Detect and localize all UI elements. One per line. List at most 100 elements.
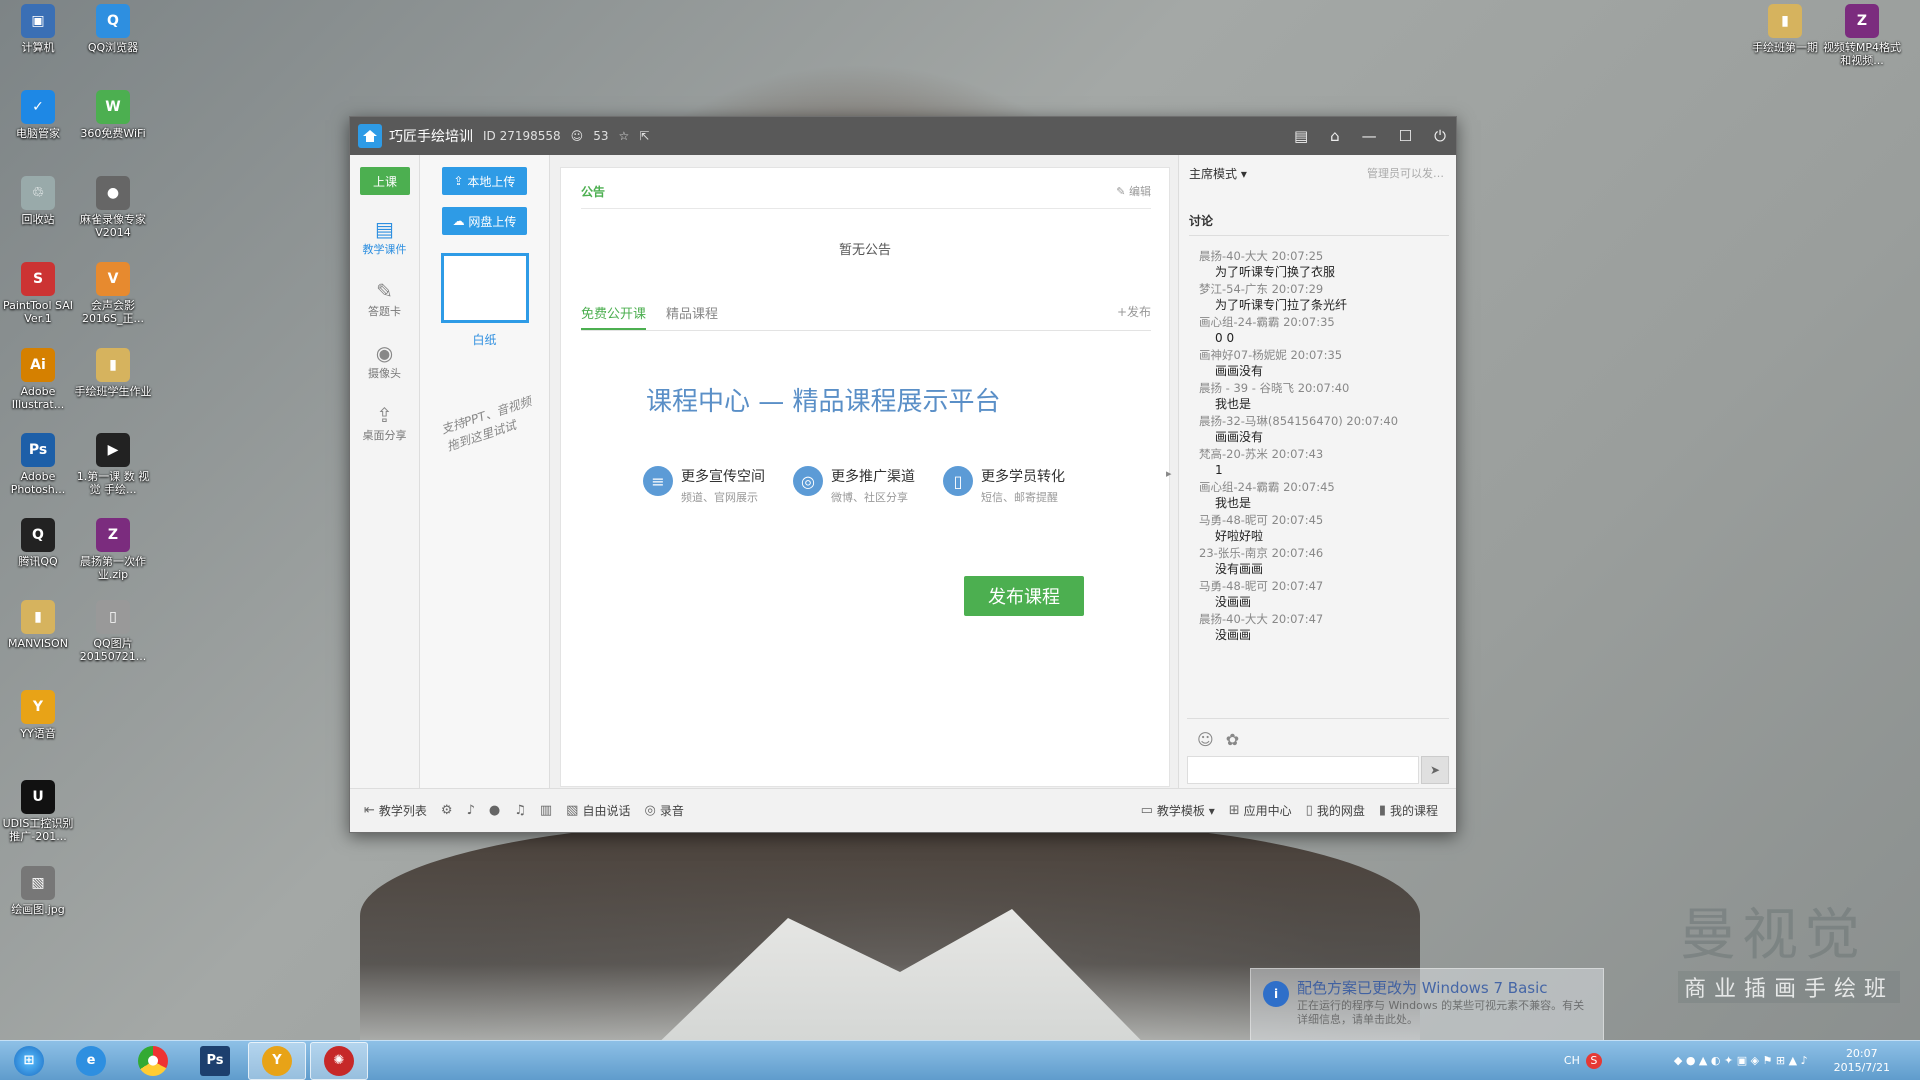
- blank-whiteboard-thumb[interactable]: [440, 253, 529, 323]
- send-icon: ➤: [1429, 763, 1441, 777]
- mic-button[interactable]: ●: [489, 803, 500, 818]
- desktop-icon[interactable]: ▣ 计算机: [0, 4, 78, 54]
- publish-link[interactable]: +发布: [1117, 303, 1151, 320]
- taskbar-yy[interactable]: Y: [248, 1041, 306, 1080]
- template-button[interactable]: ▭ 教学模板 ▾: [1141, 802, 1215, 819]
- notice-title: 公告: [581, 185, 606, 199]
- cloud-upload-button[interactable]: ☁ 网盘上传: [442, 207, 527, 235]
- mode-select[interactable]: 主席模式 ▾: [1189, 165, 1247, 182]
- chat-sender: 画心组-24-霸霸 20:07:35: [1199, 315, 1335, 329]
- taskbar-class[interactable]: ✺: [310, 1041, 368, 1080]
- app-icon: ▧: [21, 866, 55, 900]
- app-icon: Y: [21, 690, 55, 724]
- nav-camera[interactable]: ◉ 摄像头: [350, 341, 419, 381]
- chat-sender: 晨扬 - 39 - 谷晓飞 20:07:40: [1199, 381, 1350, 395]
- tray-icons[interactable]: ◆ ● ▲ ◐ ✦ ▣ ◈ ⚑ ⊞ ▲ ♪: [1674, 1054, 1808, 1067]
- send-button[interactable]: ➤: [1421, 756, 1449, 784]
- window-titlebar[interactable]: 巧匠手绘培训 ID 27198558 ☺ 53 ☆ ⇱ ▤ ⌂ — ☐ ⏻: [350, 117, 1456, 155]
- volume-button[interactable]: ▥: [540, 803, 552, 818]
- desktop-icon[interactable]: ♲ 回收站: [0, 176, 78, 226]
- desktop-icon[interactable]: ▧ 绘画图.jpg: [0, 866, 78, 916]
- notification-balloon[interactable]: i 配色方案已更改为 Windows 7 Basic 正在运行的程序与 Wind…: [1250, 968, 1604, 1042]
- sogou-icon[interactable]: S: [1585, 1052, 1602, 1069]
- desktop-icon-label: Adobe Photosh...: [10, 470, 66, 496]
- app-center-button[interactable]: ⊞ 应用中心: [1229, 802, 1292, 819]
- taskbar: ⊞ e ● Ps Y ✺ CH S ◆ ● ▲ ◐ ✦ ▣ ◈ ⚑ ⊞ ▲ ♪ …: [0, 1040, 1920, 1080]
- chat-text: 我也是: [1215, 397, 1252, 411]
- desktop-icon[interactable]: W 360免费WiFi: [73, 90, 153, 140]
- message-list[interactable]: 晨扬-40-大大 20:07:25 为了听课专门换了衣服 梦江-54-广东 20:0…: [1199, 248, 1456, 703]
- desktop-icon-label: MANVISON: [8, 637, 68, 650]
- taskbar-photoshop[interactable]: Ps: [186, 1042, 244, 1080]
- app-icon: W: [96, 90, 130, 124]
- minimize-button[interactable]: —: [1362, 127, 1377, 145]
- tab-premium-course[interactable]: 精品课程: [666, 303, 718, 330]
- home-icon[interactable]: [358, 124, 382, 148]
- chat-text: 为了听课专门拉了条光纤: [1215, 298, 1348, 312]
- user-icon: ☺: [570, 129, 584, 143]
- teaching-list-button[interactable]: ⇤ 教学列表: [364, 802, 427, 819]
- discussion-panel: 主席模式 ▾ 管理员可以发… 讨论 晨扬-40-大大 20:07:25 为了听课专…: [1178, 155, 1456, 788]
- free-talk-button[interactable]: ▧ 自由说话: [566, 802, 630, 819]
- desktop-icon[interactable]: Z 晨扬第一次作业.zip: [73, 518, 153, 581]
- skin-icon[interactable]: ⌂: [1330, 127, 1340, 145]
- my-disk-button[interactable]: ▯ 我的网盘: [1306, 802, 1365, 819]
- chat-message: 晨扬-40-大大 20:07:25 为了听课专门换了衣服: [1199, 248, 1456, 281]
- desktop-icon[interactable]: Ps Adobe Photosh...: [0, 433, 78, 496]
- desktop-icon[interactable]: Z 视频转MP4格式和视频...: [1822, 4, 1902, 67]
- tab-free-course[interactable]: 免费公开课: [581, 303, 647, 330]
- settings-button[interactable]: ⚙: [441, 803, 453, 818]
- emoji-icon[interactable]: ☺: [1197, 730, 1214, 749]
- taskbar-ie[interactable]: e: [62, 1042, 120, 1080]
- desktop-icon[interactable]: Q QQ浏览器: [73, 4, 153, 54]
- desktop-icon-label: 麻雀录像专家V2014: [80, 213, 146, 239]
- edit-icon: ✎: [1116, 185, 1126, 198]
- app-icon: Z: [1845, 4, 1879, 38]
- desktop-icon[interactable]: Q 腾讯QQ: [0, 518, 78, 568]
- record-button[interactable]: ◎ 录音: [644, 802, 683, 819]
- start-button[interactable]: ⊞: [0, 1042, 58, 1080]
- feature-item: ◎ 更多推广渠道 微博、社区分享: [793, 466, 915, 505]
- share-icon[interactable]: ⇱: [639, 129, 649, 143]
- flower-icon[interactable]: ✿: [1226, 730, 1239, 749]
- local-upload-button[interactable]: ⇪ 本地上传: [442, 167, 527, 195]
- start-class-button[interactable]: 上课: [360, 167, 410, 195]
- desktop-icon[interactable]: Ai Adobe Illustrat...: [0, 348, 78, 411]
- chat-input[interactable]: [1187, 756, 1419, 784]
- desktop-icon[interactable]: ▮ 手绘班第一期: [1745, 4, 1825, 54]
- chrome-icon: ●: [138, 1045, 168, 1076]
- music-button[interactable]: ♫: [514, 803, 526, 818]
- desktop-icon[interactable]: Y YY语音: [0, 690, 78, 740]
- ime-indicator[interactable]: CH: [1564, 1054, 1580, 1067]
- chat-text: 我也是: [1215, 496, 1252, 510]
- nav-courseware[interactable]: ▤ 教学课件: [350, 217, 419, 257]
- maximize-button[interactable]: ☐: [1399, 127, 1412, 145]
- chat-message: 马勇-48-昵可 20:07:45 好啦好啦: [1199, 512, 1456, 545]
- desktop-icon[interactable]: ✓ 电脑管家: [0, 90, 78, 140]
- nav-desktop-share[interactable]: ⇪ 桌面分享: [350, 403, 419, 443]
- notes-icon[interactable]: ▤: [1294, 127, 1308, 145]
- publish-course-button[interactable]: 发布课程: [964, 576, 1084, 616]
- notice-edit-link[interactable]: ✎ 编辑: [1116, 183, 1151, 200]
- desktop-icon[interactable]: ▮ MANVISON: [0, 600, 78, 650]
- power-button[interactable]: ⏻: [1434, 127, 1446, 145]
- desktop-icon[interactable]: S PaintTool SAI Ver.1: [0, 262, 78, 325]
- desktop-icon[interactable]: ▶ 1.第一课 数 视觉 手绘...: [73, 433, 153, 496]
- my-course-button[interactable]: ▮ 我的课程: [1379, 802, 1438, 819]
- desktop-icon[interactable]: ▯ QQ图片20150721...: [73, 600, 153, 663]
- nav-answer-card[interactable]: ✎ 答题卡: [350, 279, 419, 319]
- clock[interactable]: 20:07 2015/7/21: [1834, 1047, 1890, 1075]
- desktop-icon-label: 360免费WiFi: [80, 127, 146, 140]
- chat-message: 画心组-24-霸霸 20:07:35 0 0: [1199, 314, 1456, 347]
- expand-arrow-icon[interactable]: ▸: [1166, 467, 1172, 480]
- taskbar-chrome[interactable]: ●: [124, 1042, 182, 1080]
- desktop-icon[interactable]: V 会声会影2016S_正...: [73, 262, 153, 325]
- desktop-icon[interactable]: ● 麻雀录像专家V2014: [73, 176, 153, 239]
- chat-text: 1: [1215, 463, 1223, 477]
- chat-message: 画神好07-杨妮妮 20:07:35 画画没有: [1199, 347, 1456, 380]
- desktop-icon[interactable]: ▮ 手绘班学生作业: [73, 348, 153, 398]
- desktop-share-icon: ⇪: [376, 403, 393, 427]
- speaker-button[interactable]: ♪: [467, 803, 475, 818]
- desktop-icon[interactable]: U UDIS工控识别推广-201...: [0, 780, 78, 843]
- star-icon[interactable]: ☆: [618, 129, 629, 143]
